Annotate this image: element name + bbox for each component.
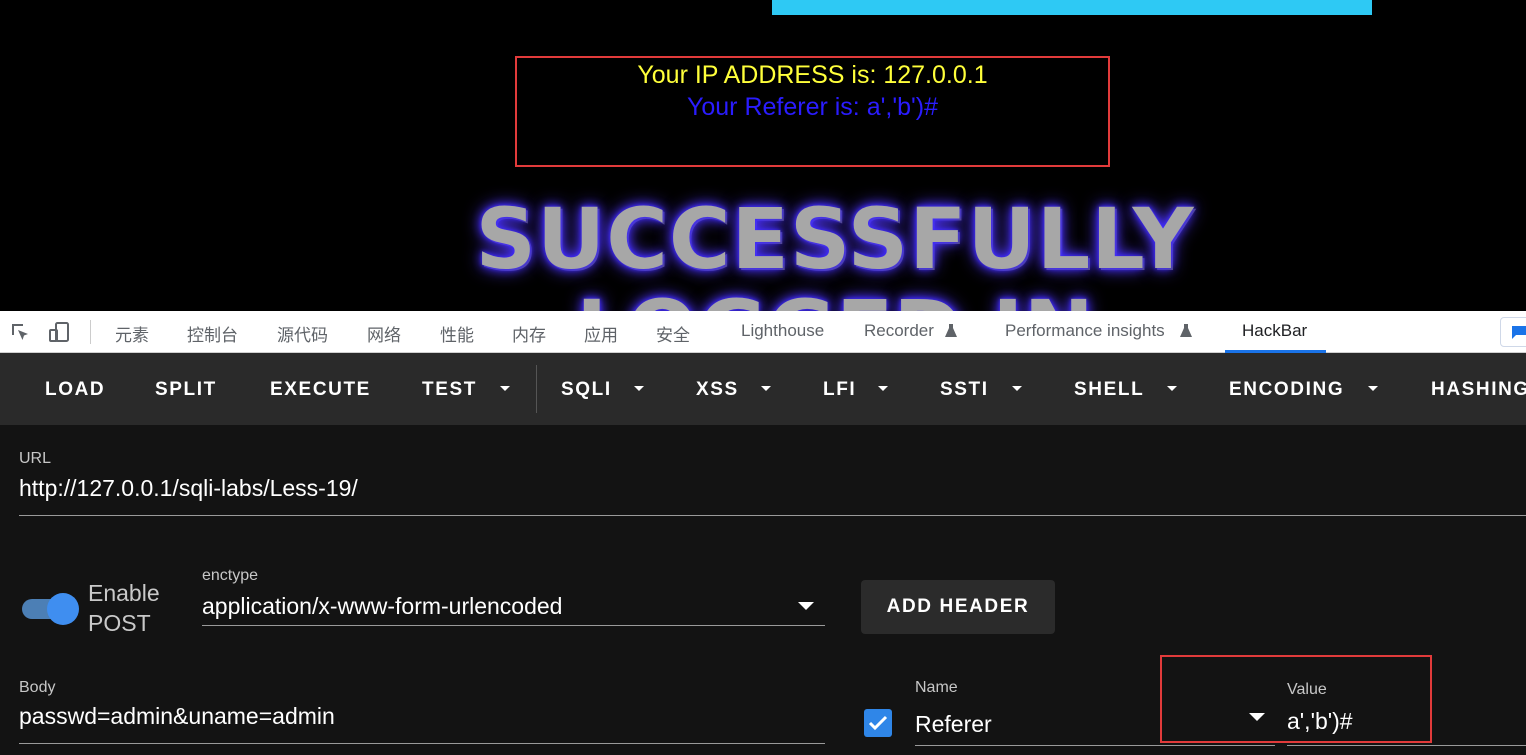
header-value-input[interactable]: a','b')# <box>1287 708 1353 735</box>
load-button[interactable]: LOAD <box>45 379 105 401</box>
sqli-menu-button[interactable]: SQLI <box>561 379 612 401</box>
tab-lighthouse[interactable]: Lighthouse <box>741 321 824 341</box>
logged-in-banner: LOGGED IN <box>0 282 1526 311</box>
success-banner: SUCCESSFULLY <box>475 190 1195 288</box>
tab-memory[interactable]: 内存 <box>512 321 546 346</box>
body-input[interactable]: passwd=admin&uname=admin <box>19 703 335 730</box>
header-name-input[interactable]: Referer <box>915 711 992 738</box>
cyan-bar <box>772 0 1372 15</box>
chevron-down-icon <box>1167 386 1177 391</box>
header-name-label: Name <box>915 679 958 696</box>
referer-text: Your Referer is: a','b')# <box>686 93 938 121</box>
encoding-menu-button[interactable]: ENCODING <box>1229 379 1344 401</box>
url-input[interactable]: http://127.0.0.1/sqli-labs/Less-19/ <box>19 475 358 502</box>
flask-icon <box>1180 324 1192 337</box>
inspect-element-icon[interactable] <box>9 321 31 343</box>
tab-network[interactable]: 网络 <box>367 321 401 346</box>
url-underline <box>19 515 1526 516</box>
tab-elements[interactable]: 元素 <box>115 321 149 346</box>
devtools-tab-bar: 元素 控制台 源代码 网络 性能 内存 应用 安全 Lighthouse Rec… <box>0 311 1526 353</box>
enable-post-label: Enable POST <box>88 580 160 636</box>
header-enabled-checkbox[interactable] <box>864 709 892 737</box>
header-value-label: Value <box>1287 681 1327 698</box>
device-toolbar-icon[interactable] <box>48 321 70 343</box>
tab-console[interactable]: 控制台 <box>187 321 238 346</box>
tab-recorder[interactable]: Recorder <box>864 321 934 341</box>
hackbar-form-panel: URL http://127.0.0.1/sqli-labs/Less-19/ … <box>0 425 1526 755</box>
execute-button[interactable]: EXECUTE <box>270 379 371 401</box>
tab-separator <box>90 320 91 344</box>
tab-performance[interactable]: 性能 <box>440 321 474 346</box>
body-underline <box>19 743 825 744</box>
hashing-menu-button[interactable]: HASHING <box>1431 379 1526 401</box>
xss-menu-button[interactable]: XSS <box>696 379 739 401</box>
tab-security[interactable]: 安全 <box>656 321 690 346</box>
flask-icon <box>945 324 957 337</box>
hackbar-toolbar: LOAD SPLIT EXECUTE TEST SQLI XSS LFI SST… <box>0 353 1526 425</box>
test-menu-button[interactable]: TEST <box>422 379 477 401</box>
chevron-down-icon <box>1368 386 1378 391</box>
lfi-menu-button[interactable]: LFI <box>823 379 856 401</box>
page-viewport: Your IP ADDRESS is: 127.0.0.1 Your Refer… <box>0 0 1526 311</box>
enctype-label: enctype <box>202 567 259 584</box>
tab-sources[interactable]: 源代码 <box>277 321 328 346</box>
enctype-underline <box>202 625 825 626</box>
ssti-menu-button[interactable]: SSTI <box>940 379 989 401</box>
chevron-down-icon <box>1012 386 1022 391</box>
toolbar-separator <box>536 365 537 413</box>
feedback-chat-icon[interactable] <box>1500 317 1526 347</box>
chevron-down-icon <box>500 386 510 391</box>
ip-address-text: Your IP ADDRESS is: 127.0.0.1 <box>637 61 988 89</box>
tab-performance-insights[interactable]: Performance insights <box>1005 321 1165 341</box>
check-icon <box>868 715 888 731</box>
chevron-down-icon <box>878 386 888 391</box>
chevron-down-icon <box>634 386 644 391</box>
split-button[interactable]: SPLIT <box>155 379 217 401</box>
chevron-down-icon <box>761 386 771 391</box>
url-label: URL <box>19 450 52 467</box>
enable-post-toggle-knob[interactable] <box>47 593 79 625</box>
header-name-underline <box>915 745 1275 746</box>
chevron-down-icon[interactable] <box>798 602 814 610</box>
tab-hackbar[interactable]: HackBar <box>1242 321 1307 341</box>
header-value-underline <box>1287 745 1526 746</box>
shell-menu-button[interactable]: SHELL <box>1074 379 1144 401</box>
enctype-select[interactable]: application/x-www-form-urlencoded <box>202 593 562 620</box>
add-header-button[interactable]: ADD HEADER <box>861 580 1055 634</box>
body-label: Body <box>19 679 56 696</box>
tab-application[interactable]: 应用 <box>584 321 618 346</box>
